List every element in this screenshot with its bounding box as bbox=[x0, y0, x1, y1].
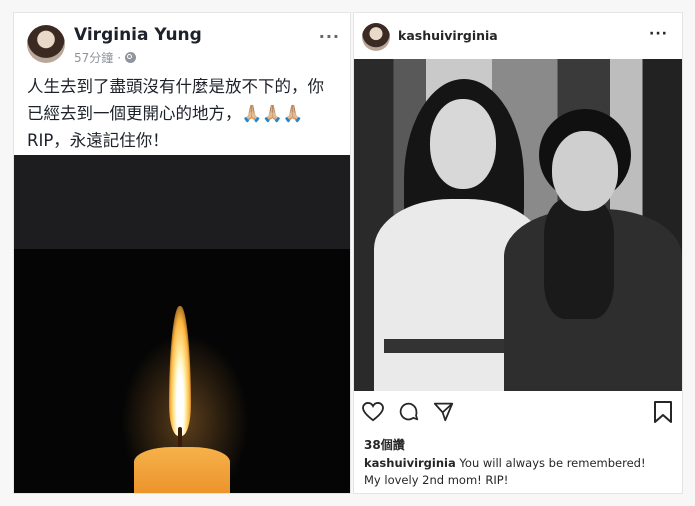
person-left-face bbox=[430, 99, 496, 189]
author-avatar[interactable] bbox=[27, 25, 65, 63]
candle-photo[interactable] bbox=[14, 249, 350, 493]
comment-icon[interactable] bbox=[398, 401, 419, 422]
post-caption: kashuivirginia You will always be rememb… bbox=[364, 455, 664, 489]
author-name[interactable]: Virginia Yung bbox=[74, 25, 202, 45]
globe-icon bbox=[125, 52, 137, 63]
instagram-post: kashuivirginia ··· 38個讚 kashuivirginia Y… bbox=[354, 13, 682, 493]
facebook-post: Virginia Yung 57分鐘 · ··· 人生去到了盡頭沒有什麼是放不下… bbox=[14, 13, 350, 493]
meta-separator: · bbox=[117, 50, 122, 65]
profile-username[interactable]: kashuivirginia bbox=[398, 28, 498, 43]
person-right-face bbox=[552, 131, 618, 211]
person-right-scarf bbox=[544, 199, 614, 319]
post-timestamp[interactable]: 57分鐘 bbox=[74, 49, 113, 66]
caption-username[interactable]: kashuivirginia bbox=[364, 456, 456, 470]
candle-body bbox=[134, 447, 230, 493]
profile-avatar[interactable] bbox=[362, 23, 390, 51]
bookmark-icon[interactable] bbox=[654, 401, 672, 423]
post-actions bbox=[362, 401, 454, 422]
post-photo[interactable] bbox=[354, 59, 682, 391]
post-text: 人生去到了盡頭沒有什麼是放不下的，你 已經去到一個更開心的地方，🙏🏼🙏🏼🙏🏼 R… bbox=[27, 73, 345, 154]
post-text-line-1: 人生去到了盡頭沒有什麼是放不下的，你 bbox=[27, 77, 324, 96]
post-meta: 57分鐘 · bbox=[74, 49, 137, 66]
share-icon[interactable] bbox=[433, 401, 454, 422]
more-options-icon[interactable]: ··· bbox=[319, 27, 340, 46]
heart-icon[interactable] bbox=[362, 401, 384, 422]
post-text-line-2: 已經去到一個更開心的地方，🙏🏼🙏🏼🙏🏼 bbox=[27, 104, 304, 123]
more-options-icon[interactable]: ··· bbox=[649, 26, 668, 42]
post-text-line-3: RIP，永遠記住你！ bbox=[27, 131, 169, 150]
like-count[interactable]: 38個讚 bbox=[364, 436, 405, 453]
